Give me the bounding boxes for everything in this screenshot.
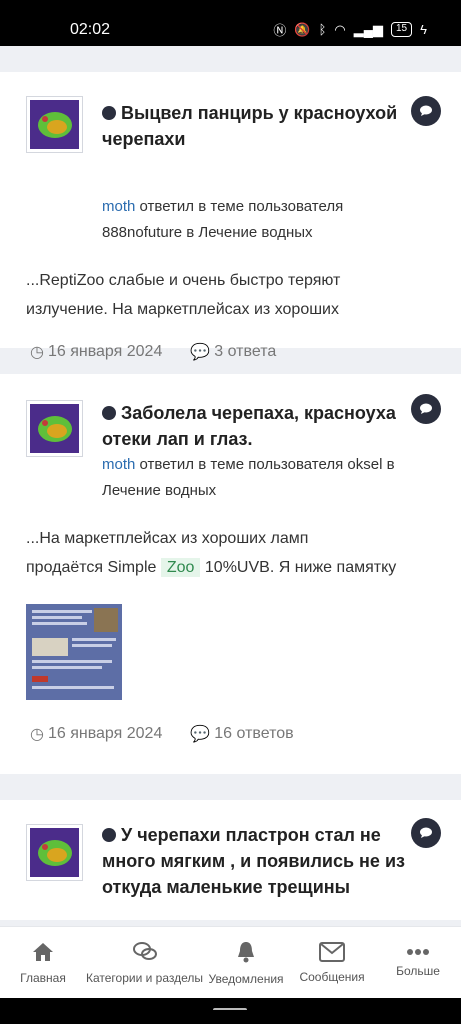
battery-icon: 15 bbox=[390, 22, 413, 37]
nav-notifications[interactable]: Уведомления bbox=[203, 927, 289, 998]
signal-icon: ▂▄▆ bbox=[353, 21, 383, 37]
nav-messages[interactable]: Сообщения bbox=[289, 927, 375, 998]
avatar[interactable] bbox=[26, 96, 83, 153]
topic-title[interactable]: Выцвел панцирь у красноухой черепахи bbox=[102, 100, 441, 152]
envelope-icon bbox=[319, 941, 346, 962]
bluetooth-icon: ᛒ bbox=[318, 22, 327, 37]
activity-card[interactable]: У черепахи пластрон стал не много мягким… bbox=[0, 800, 461, 920]
nfc-icon: Ⓝ bbox=[273, 23, 287, 38]
search-highlight: Zoo bbox=[160, 558, 201, 577]
unread-dot-icon bbox=[102, 106, 116, 120]
status-icons: Ⓝ 🔕 ᛒ ◠ ▂▄▆ 15 ϟ bbox=[273, 20, 427, 39]
activity-card[interactable]: Заболела черепаха, красноуха отеки лап и… bbox=[0, 374, 461, 774]
post-snippet: ...На маркетплейсах из хороших ламп прод… bbox=[26, 530, 397, 577]
comment-icon: 💬 bbox=[190, 726, 211, 743]
more-icon bbox=[407, 948, 430, 955]
attachment-thumbnail[interactable] bbox=[26, 604, 122, 700]
topic-meta: moth ответил в теме пользователя oksel в… bbox=[102, 456, 395, 499]
topic-title[interactable]: У черепахи пластрон стал не много мягким… bbox=[102, 822, 441, 900]
unread-dot-icon bbox=[102, 828, 116, 842]
post-snippet: ...ReptiZoo слабые и очень быстро теряют… bbox=[26, 272, 341, 318]
avatar[interactable] bbox=[26, 400, 83, 457]
unread-dot-icon bbox=[102, 406, 116, 420]
bottom-navigation: Главная Категории и разделы Уведомления … bbox=[0, 926, 461, 998]
user-link[interactable]: moth bbox=[102, 456, 135, 473]
user-link[interactable]: moth bbox=[102, 198, 135, 215]
clock-icon: ◷ bbox=[30, 726, 44, 743]
charging-icon: ϟ bbox=[420, 22, 427, 37]
topic-title[interactable]: Заболела черепаха, красноуха отеки лап и… bbox=[102, 400, 441, 452]
bell-icon bbox=[238, 941, 255, 962]
avatar[interactable] bbox=[26, 824, 83, 881]
home-icon bbox=[33, 942, 53, 961]
chat-icon bbox=[132, 941, 157, 960]
post-stats: ◷ 16 января 2024 💬 16 ответов bbox=[30, 724, 294, 744]
post-date: 16 января 2024 bbox=[47, 725, 163, 742]
activity-feed: Выцвел панцирь у красноухой черепахи mot… bbox=[0, 46, 461, 926]
gesture-handle[interactable] bbox=[213, 1008, 247, 1012]
nav-categories[interactable]: Категории и разделы bbox=[86, 927, 203, 998]
nav-more[interactable]: Больше bbox=[375, 927, 461, 998]
reply-count: 16 ответов bbox=[214, 725, 294, 742]
gesture-bar bbox=[0, 998, 461, 1024]
reply-count: 3 ответа bbox=[214, 343, 277, 360]
topic-meta: moth ответил в теме пользователя 888nofu… bbox=[102, 198, 344, 241]
comment-icon: 💬 bbox=[190, 344, 211, 361]
post-date: 16 января 2024 bbox=[47, 343, 163, 360]
activity-card[interactable]: Выцвел панцирь у красноухой черепахи mot… bbox=[0, 72, 461, 361]
post-stats: ◷ 16 января 2024 💬 3 ответа bbox=[30, 342, 276, 362]
status-bar: 02:02 Ⓝ 🔕 ᛒ ◠ ▂▄▆ 15 ϟ bbox=[0, 0, 461, 46]
nav-home[interactable]: Главная bbox=[0, 927, 86, 998]
mute-icon: 🔕 bbox=[294, 21, 311, 37]
status-time: 02:02 bbox=[70, 21, 111, 38]
wifi-icon: ◠ bbox=[334, 21, 346, 37]
clock-icon: ◷ bbox=[30, 344, 44, 361]
